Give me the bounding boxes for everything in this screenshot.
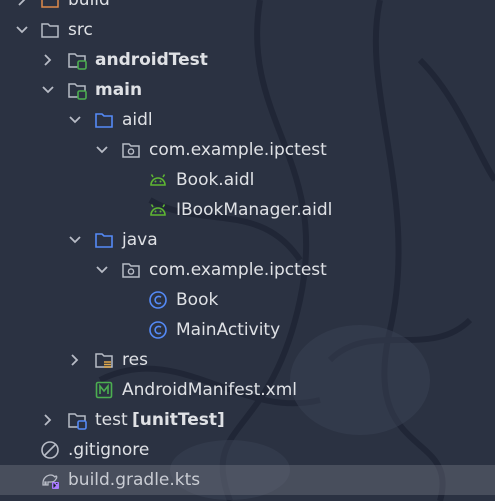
- tree-label-res: res: [122, 350, 148, 370]
- tree-row-main[interactable]: main: [0, 75, 495, 105]
- tree-row-aidl-package[interactable]: com.example.ipctest: [0, 135, 495, 165]
- chevron-down-icon[interactable]: [14, 22, 30, 38]
- tree-label-src: src: [68, 20, 93, 40]
- tree-row-book-aidl[interactable]: Book.aidl: [0, 165, 495, 195]
- source-folder-icon: [95, 233, 113, 248]
- chevron-down-icon[interactable]: [40, 82, 56, 98]
- tree-label-ibookmanager-aidl: IBookManager.aidl: [176, 200, 333, 220]
- tree-row-ibookmanager-aidl[interactable]: IBookManager.aidl: [0, 195, 495, 225]
- tree-label-main: main: [95, 80, 143, 100]
- chevron-down-icon[interactable]: [67, 232, 83, 248]
- tree-row-res[interactable]: res: [0, 345, 495, 375]
- chevron-right-icon[interactable]: [67, 352, 83, 368]
- chevron-down-icon[interactable]: [67, 112, 83, 128]
- gradle-kotlin-icon: [42, 474, 59, 489]
- tree-label-android-manifest: AndroidManifest.xml: [122, 380, 298, 400]
- tree-row-aidl[interactable]: aidl: [0, 105, 495, 135]
- resource-folder-icon: [95, 353, 113, 368]
- tree-label-test: test: [95, 410, 128, 430]
- folder-icon: [41, 0, 59, 8]
- tree-row-java[interactable]: java: [0, 225, 495, 255]
- tree-label-build: build: [68, 0, 110, 10]
- module-folder-icon: [68, 53, 87, 70]
- chevron-right-icon[interactable]: [40, 52, 56, 68]
- ignore-file-icon: [41, 441, 59, 459]
- test-module-folder-icon: [68, 413, 87, 430]
- tree-row-android-test[interactable]: androidTest: [0, 45, 495, 75]
- tree-label-main-activity: MainActivity: [176, 320, 281, 340]
- tree-row-main-activity[interactable]: MainActivity: [0, 315, 495, 345]
- tree-row-book-class[interactable]: Book: [0, 285, 495, 315]
- chevron-right-icon[interactable]: [14, 0, 30, 8]
- android-icon: [150, 204, 166, 216]
- chevron-right-icon[interactable]: [40, 412, 56, 428]
- tree-label-test-suffix: [unitTest]: [132, 410, 225, 430]
- tree-label-build-gradle: build.gradle.kts: [68, 470, 201, 490]
- manifest-icon: [95, 381, 113, 399]
- tree-label-android-test: androidTest: [95, 50, 208, 70]
- folder-icon: [41, 23, 59, 38]
- tree-label-gitignore: .gitignore: [68, 440, 150, 460]
- chevron-down-icon[interactable]: [94, 142, 110, 158]
- tree-row-android-manifest[interactable]: AndroidManifest.xml: [0, 375, 495, 405]
- package-icon: [122, 263, 140, 278]
- tree-row-src[interactable]: src: [0, 15, 495, 45]
- tree-label-book-aidl: Book.aidl: [176, 170, 255, 190]
- tree-label-java-package: com.example.ipctest: [149, 260, 327, 280]
- tree-label-aidl: aidl: [122, 110, 153, 130]
- class-icon: [149, 321, 167, 339]
- source-folder-icon: [95, 113, 113, 128]
- tree-row-gitignore[interactable]: .gitignore: [0, 435, 495, 465]
- tree-label-book-class: Book: [176, 290, 219, 310]
- class-icon: [149, 291, 167, 309]
- chevron-down-icon[interactable]: [94, 262, 110, 278]
- tree-row-build-gradle[interactable]: build.gradle.kts: [0, 465, 495, 495]
- module-folder-icon: [68, 83, 87, 100]
- tree-label-aidl-package: com.example.ipctest: [149, 140, 327, 160]
- tree-label-java: java: [122, 230, 158, 250]
- android-icon: [150, 174, 166, 186]
- tree-row-build[interactable]: build: [0, 0, 495, 15]
- tree-row-test[interactable]: test [unitTest]: [0, 405, 495, 435]
- tree-row-java-package[interactable]: com.example.ipctest: [0, 255, 495, 285]
- package-icon: [122, 143, 140, 158]
